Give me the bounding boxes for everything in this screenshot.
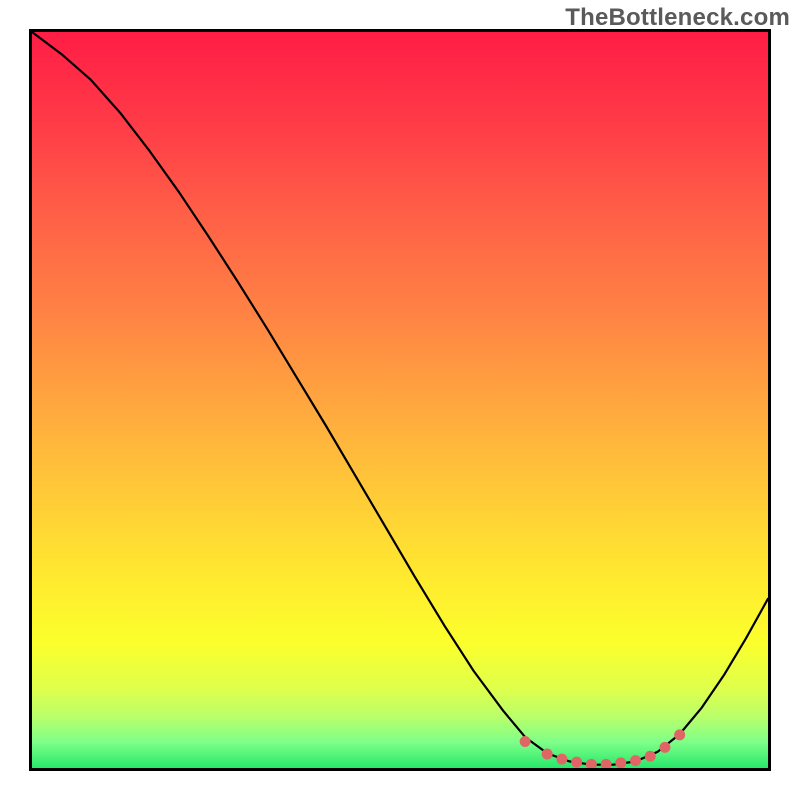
marker-dot (556, 754, 567, 765)
marker-dot (674, 729, 685, 740)
marker-dot (659, 742, 670, 753)
watermark-text: TheBottleneck.com (565, 4, 790, 32)
curve-layer (32, 32, 768, 768)
marker-dot (586, 759, 597, 768)
highlight-markers (520, 729, 686, 768)
chart-frame: TheBottleneck.com (0, 0, 800, 800)
marker-dot (615, 757, 626, 768)
marker-dot (520, 736, 531, 747)
marker-dot (601, 759, 612, 768)
marker-dot (645, 751, 656, 762)
marker-dot (571, 757, 582, 768)
marker-dot (630, 755, 641, 766)
plot-area (29, 29, 771, 771)
marker-dot (542, 749, 553, 760)
bottleneck-curve (32, 32, 768, 765)
